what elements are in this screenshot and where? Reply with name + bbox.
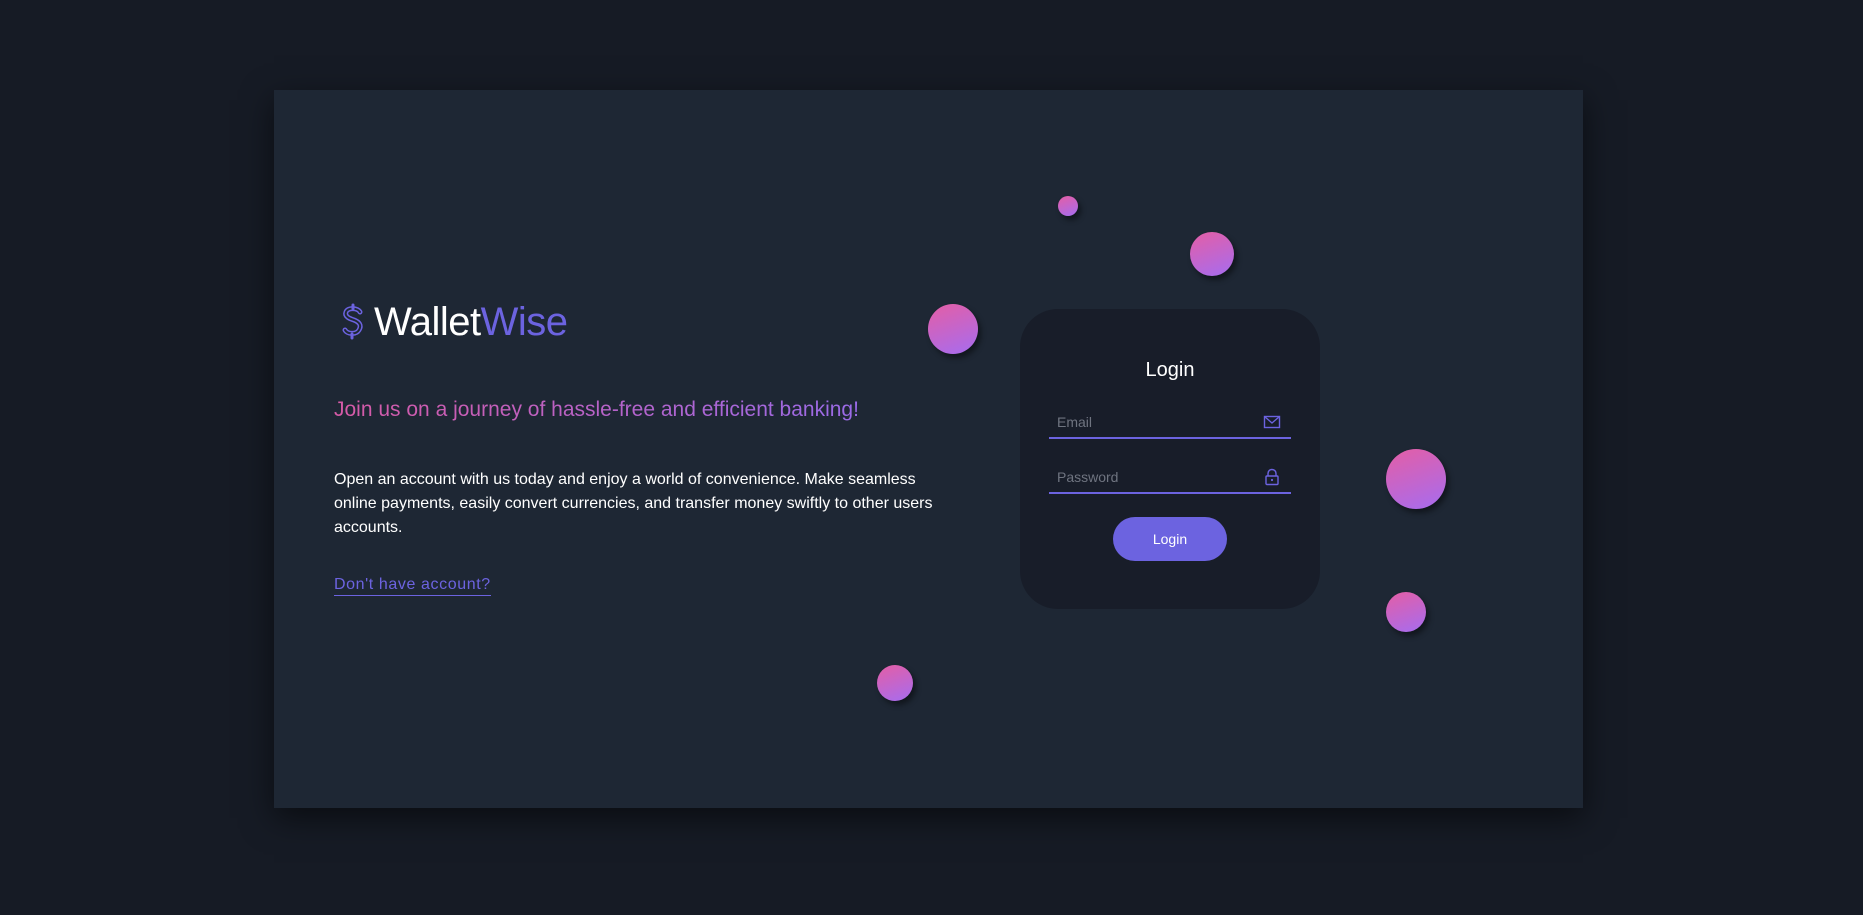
lock-icon [1263, 468, 1281, 486]
brand-name: WalletWise [374, 298, 568, 346]
dollar-sign-icon [338, 302, 368, 342]
decorative-bubble [877, 665, 913, 701]
main-panel: WalletWise Join us on a journey of hassl… [274, 90, 1583, 808]
login-card: Login Login [1020, 309, 1320, 609]
brand-name-part1: Wallet [374, 300, 481, 344]
decorative-bubble [1386, 592, 1426, 632]
brand-name-part2: Wise [480, 300, 568, 344]
login-title: Login [1145, 359, 1195, 381]
decorative-bubble [1386, 449, 1446, 509]
email-field-wrapper [1049, 407, 1291, 439]
password-field-wrapper [1049, 462, 1291, 494]
password-input[interactable] [1049, 462, 1257, 492]
tagline: Join us on a journey of hassle-free and … [334, 398, 859, 421]
login-button[interactable]: Login [1113, 517, 1227, 561]
email-input[interactable] [1049, 407, 1257, 437]
decorative-bubble [1058, 196, 1078, 216]
mail-icon [1263, 413, 1281, 431]
decorative-bubble [1190, 232, 1234, 276]
signup-link[interactable]: Don't have account? [334, 576, 491, 596]
brand-logo: WalletWise [338, 298, 568, 346]
description: Open an account with us today and enjoy … [334, 471, 933, 536]
decorative-bubble [928, 304, 978, 354]
